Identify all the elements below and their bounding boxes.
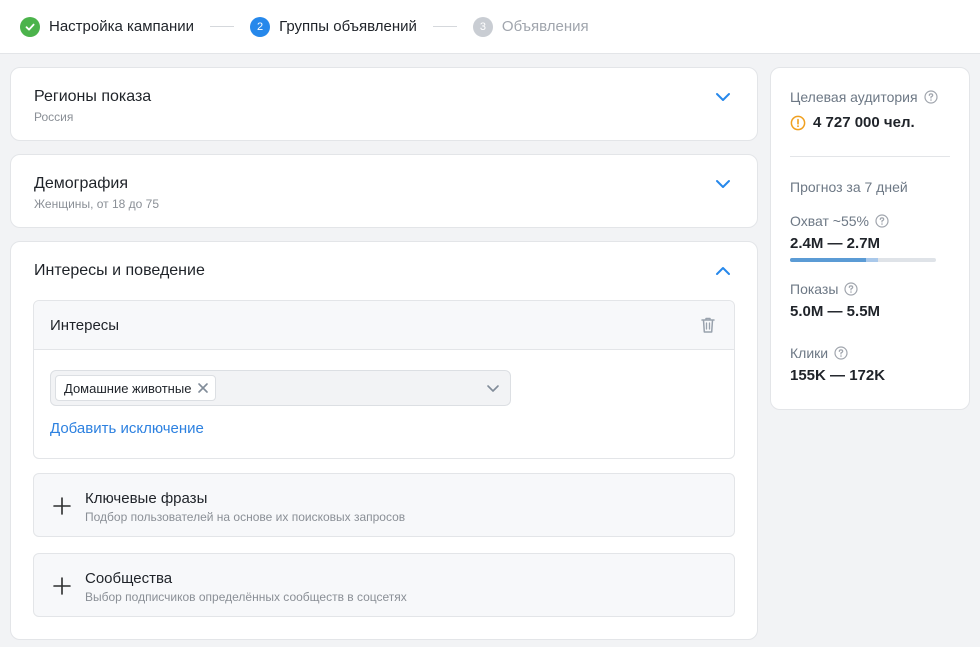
trash-icon[interactable]: [698, 315, 718, 335]
reach-progress-fill: [790, 258, 866, 262]
impressions-value: 5.0M — 5.5M: [790, 303, 881, 320]
interests-block-header: Интересы: [34, 301, 734, 350]
step-connector: [210, 26, 235, 27]
keywords-subtitle: Подбор пользователей на основе их поиско…: [85, 510, 406, 524]
step-ads[interactable]: 3 Объявления: [472, 16, 589, 37]
step-ad-groups[interactable]: 2 Группы объявлений: [250, 16, 417, 37]
audience-panel: Целевая аудитория 4 727 000 чел. Прогноз…: [770, 67, 970, 410]
regions-title: Регионы показа: [34, 88, 152, 105]
step-label: Объявления: [501, 18, 589, 35]
step-label: Группы объявлений: [279, 18, 417, 35]
regions-summary: Россия: [34, 110, 74, 124]
clicks-label-row: Клики: [790, 345, 848, 361]
divider: [790, 156, 950, 157]
impressions-label-row: Показы: [790, 281, 859, 297]
chevron-down-icon[interactable]: [713, 87, 733, 107]
keywords-add-block[interactable]: Ключевые фразы Подбор пользователей на о…: [33, 473, 735, 537]
interests-block-title: Интересы: [50, 317, 120, 334]
add-exclusion-link[interactable]: Добавить исключение: [50, 420, 204, 437]
communities-subtitle: Выбор подписчиков определённых сообществ…: [85, 590, 407, 604]
reach-progress-range: [865, 258, 878, 262]
keywords-title: Ключевые фразы: [85, 490, 208, 507]
audience-value: 4 727 000 чел.: [813, 114, 915, 131]
demography-summary: Женщины, от 18 до 75: [34, 197, 160, 211]
chip-label: Домашние животные: [64, 380, 192, 396]
campaign-stepper: Настройка кампании 2 Группы объявлений 3…: [0, 0, 980, 54]
chevron-down-icon[interactable]: [713, 174, 733, 194]
step-label: Настройка кампании: [49, 18, 195, 35]
audience-value-row: 4 727 000 чел.: [790, 114, 915, 131]
demography-title: Демография: [34, 175, 129, 192]
reach-value: 2.4M — 2.7M: [790, 235, 881, 252]
forecast-label: Прогноз за 7 дней: [790, 179, 908, 195]
demography-card[interactable]: Демография Женщины, от 18 до 75: [10, 154, 758, 228]
audience-label-row: Целевая аудитория: [790, 89, 938, 105]
plus-icon: [52, 576, 72, 596]
help-icon[interactable]: [923, 90, 938, 104]
communities-title: Сообщества: [85, 570, 173, 587]
plus-icon: [52, 496, 72, 516]
help-icon[interactable]: [834, 346, 848, 360]
step-number: 3: [472, 16, 493, 37]
impressions-label: Показы: [790, 281, 839, 297]
reach-progress-bar: [790, 258, 936, 262]
chevron-up-icon[interactable]: [713, 261, 733, 281]
warning-icon: [790, 115, 806, 131]
clicks-value: 155K — 172K: [790, 367, 886, 384]
step-campaign-settings[interactable]: Настройка кампании: [20, 16, 195, 37]
chevron-down-icon[interactable]: [486, 381, 500, 395]
help-icon[interactable]: [844, 282, 859, 296]
reach-label: Охват ~55%: [790, 213, 869, 229]
communities-add-block[interactable]: Сообщества Выбор подписчиков определённы…: [33, 553, 735, 617]
audience-label: Целевая аудитория: [790, 89, 918, 105]
step-number: 2: [250, 16, 271, 37]
close-icon[interactable]: [197, 382, 209, 394]
reach-label-row: Охват ~55%: [790, 213, 889, 229]
interests-select[interactable]: Домашние животные: [50, 370, 511, 406]
regions-card[interactable]: Регионы показа Россия: [10, 67, 758, 141]
interest-chip: Домашние животные: [55, 375, 217, 401]
help-icon[interactable]: [875, 214, 889, 228]
clicks-label: Клики: [790, 345, 829, 361]
check-icon: [20, 16, 40, 37]
interests-block: Интересы Домашние животные Добавить искл…: [33, 300, 735, 459]
interests-title: Интересы и поведение: [34, 262, 205, 279]
step-connector: [432, 26, 457, 27]
interests-card: Интересы и поведение Интересы Домашние ж…: [10, 241, 758, 640]
